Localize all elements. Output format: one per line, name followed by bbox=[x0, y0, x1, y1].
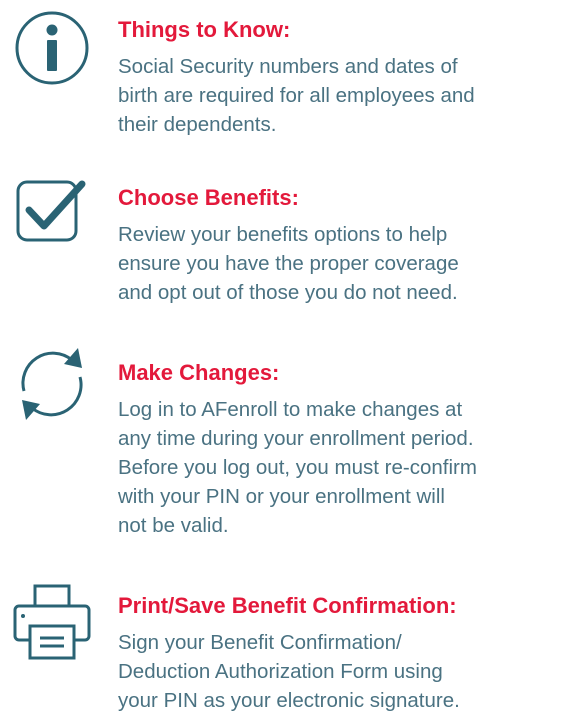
body-line: and opt out of those you do not need. bbox=[118, 281, 458, 304]
body-line: birth are required for all employees and bbox=[118, 84, 475, 107]
body-line: ensure you have the proper coverage bbox=[118, 252, 459, 275]
checkbox-icon bbox=[12, 172, 92, 252]
info-icon bbox=[12, 8, 92, 88]
body-line: not be valid. bbox=[118, 514, 229, 537]
body-line: Sign your Benefit Confirmation/ bbox=[118, 631, 402, 654]
section-body: Log in to AFenroll to make changes at an… bbox=[118, 395, 568, 540]
body-line: their dependents. bbox=[118, 113, 277, 136]
body-line: Log in to AFenroll to make changes at bbox=[118, 398, 463, 421]
instructions-page: Things to Know: Social Security numbers … bbox=[0, 0, 572, 726]
body-line: Before you log out, you must re-confirm bbox=[118, 456, 477, 479]
section-body: Review your benefits options to help ens… bbox=[118, 220, 568, 307]
body-line: with your PIN or your enrollment will bbox=[118, 485, 445, 508]
section-body: Sign your Benefit Confirmation/ Deductio… bbox=[118, 628, 568, 715]
body-line: your PIN as your electronic signature. bbox=[118, 689, 460, 712]
section-title: Choose Benefits: bbox=[118, 185, 299, 210]
body-line: Deduction Authorization Form using bbox=[118, 660, 443, 683]
printer-icon bbox=[12, 582, 92, 662]
body-line: Review your benefits options to help bbox=[118, 223, 448, 246]
section-title: Things to Know: bbox=[118, 17, 291, 42]
body-line: Social Security numbers and dates of bbox=[118, 55, 458, 78]
section-title: Make Changes: bbox=[118, 360, 280, 385]
section-title: Print/Save Benefit Confirmation: bbox=[118, 593, 457, 618]
body-line: any time during your enrollment period. bbox=[118, 427, 474, 450]
refresh-icon bbox=[12, 344, 92, 424]
section-body: Social Security numbers and dates of bir… bbox=[118, 52, 568, 139]
